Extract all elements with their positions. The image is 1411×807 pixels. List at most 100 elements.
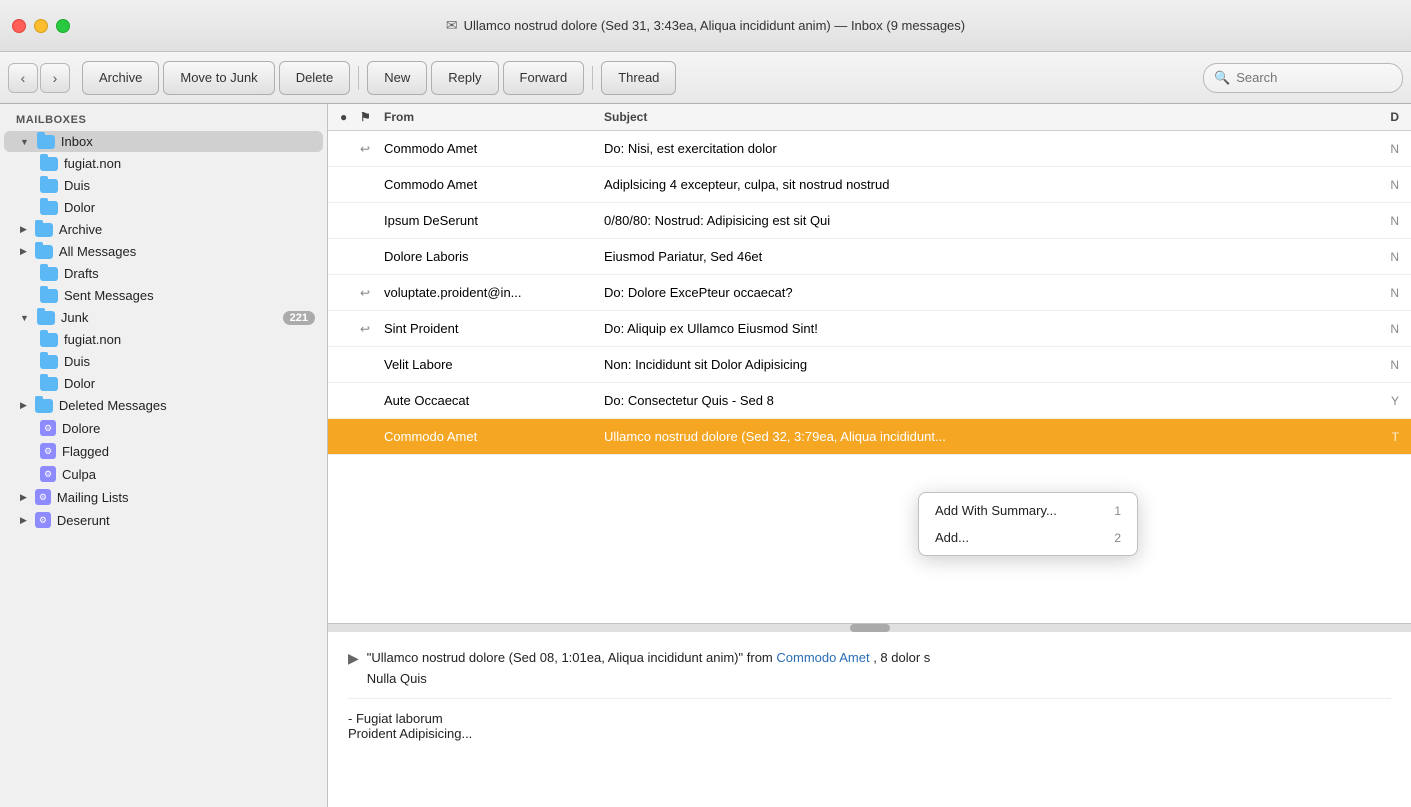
from-col-2: Commodo Amet xyxy=(384,177,604,192)
sent-folder-icon xyxy=(40,289,58,303)
from-col-8: Aute Occaecat xyxy=(384,393,604,408)
header-date: D xyxy=(1339,110,1399,124)
email-row[interactable]: Aute Occaecat Do: Consectetur Quis - Sed… xyxy=(328,383,1411,419)
email-row[interactable]: Ipsum DeSerunt 0/80/80: Nostrud: Adipisi… xyxy=(328,203,1411,239)
email-row[interactable]: Dolore Laboris Eiusmod Pariatur, Sed 46e… xyxy=(328,239,1411,275)
from-col-3: Ipsum DeSerunt xyxy=(384,213,604,228)
sidebar-item-fugiat-non-inbox[interactable]: fugiat.non xyxy=(4,153,323,174)
archive-button[interactable]: Archive xyxy=(82,61,159,95)
preview-pane: ▶ "Ullamco nostrud dolore (Sed 08, 1:01e… xyxy=(328,632,1411,807)
sidebar-item-mailing-lists[interactable]: ▶ ⚙ Mailing Lists xyxy=(4,486,323,508)
move-to-junk-button[interactable]: Move to Junk xyxy=(163,61,274,95)
delete-button[interactable]: Delete xyxy=(279,61,351,95)
sidebar-item-fugiat-non-junk[interactable]: fugiat.non xyxy=(4,329,323,350)
main-layout: MAILBOXES ▼ Inbox fugiat.non Duis Dolor … xyxy=(0,104,1411,807)
new-button[interactable]: New xyxy=(367,61,427,95)
maximize-button[interactable] xyxy=(56,19,70,33)
sidebar-item-dolore[interactable]: ⚙ Dolore xyxy=(4,417,323,439)
flagged-smart-icon: ⚙ xyxy=(40,443,56,459)
subject-col-6: Do: Aliquip ex Ullamco Eiusmod Sint! xyxy=(604,321,1339,336)
sidebar-item-culpa[interactable]: ⚙ Culpa xyxy=(4,463,323,485)
deserunt-label: Deserunt xyxy=(57,513,110,528)
add-with-summary-shortcut: 1 xyxy=(1114,504,1121,518)
email-row[interactable]: Commodo Amet Adiplsicing 4 excepteur, cu… xyxy=(328,167,1411,203)
forward-button-2[interactable]: Forward xyxy=(503,61,585,95)
sidebar-item-dolor-junk[interactable]: Dolor xyxy=(4,373,323,394)
minimize-button[interactable] xyxy=(34,19,48,33)
sidebar-item-sent-messages[interactable]: Sent Messages xyxy=(4,285,323,306)
search-box[interactable]: 🔍 xyxy=(1203,63,1403,93)
archive-label: Archive xyxy=(59,222,102,237)
context-menu-item-add-with-summary[interactable]: Add With Summary... 1 xyxy=(919,497,1137,524)
junk-label: Junk xyxy=(61,310,88,325)
toolbar: ‹ › Archive Move to Junk Delete New Repl… xyxy=(0,52,1411,104)
deleted-triangle-icon: ▶ xyxy=(20,400,27,411)
inbox-folder-icon xyxy=(37,135,55,149)
sent-label: Sent Messages xyxy=(64,288,154,303)
reply-arrow-icon-6: ↩ xyxy=(360,322,370,336)
deleted-label: Deleted Messages xyxy=(59,398,167,413)
date-col-7: N xyxy=(1339,358,1399,372)
junk-duis-label: Duis xyxy=(64,354,90,369)
search-icon: 🔍 xyxy=(1214,70,1230,86)
from-col-9: Commodo Amet xyxy=(384,429,604,444)
from-col-4: Dolore Laboris xyxy=(384,249,604,264)
subject-col-9: Ullamco nostrud dolore (Sed 32, 3:79ea, … xyxy=(604,429,1339,444)
email-row[interactable]: ↩ Sint Proident Do: Aliquip ex Ullamco E… xyxy=(328,311,1411,347)
sidebar-item-deserunt[interactable]: ▶ ⚙ Deserunt xyxy=(4,509,323,531)
preview-from-name: Commodo Amet xyxy=(776,650,869,665)
close-button[interactable] xyxy=(12,19,26,33)
scrollbar-thumb[interactable] xyxy=(850,624,890,632)
sidebar-item-duis-junk[interactable]: Duis xyxy=(4,351,323,372)
email-row-selected[interactable]: Commodo Amet Ullamco nostrud dolore (Sed… xyxy=(328,419,1411,455)
add-with-summary-label: Add With Summary... xyxy=(935,503,1057,518)
traffic-lights xyxy=(12,19,70,33)
reply-arrow-icon-1: ↩ xyxy=(360,142,370,156)
sidebar-item-duis-inbox[interactable]: Duis xyxy=(4,175,323,196)
sidebar-item-all-messages[interactable]: ▶ All Messages xyxy=(4,241,323,262)
add-label: Add... xyxy=(935,530,969,545)
sidebar-item-flagged[interactable]: ⚙ Flagged xyxy=(4,440,323,462)
forward-button[interactable]: › xyxy=(40,63,70,93)
junk-folder-icon xyxy=(37,311,55,325)
email-row[interactable]: Velit Labore Non: Incididunt sit Dolor A… xyxy=(328,347,1411,383)
sidebar-item-dolor-inbox[interactable]: Dolor xyxy=(4,197,323,218)
thread-button[interactable]: Thread xyxy=(601,61,676,95)
back-button[interactable]: ‹ xyxy=(8,63,38,93)
preview-body-line1: - Fugiat laborum xyxy=(348,711,1391,726)
search-input[interactable] xyxy=(1236,70,1392,85)
date-col-5: N xyxy=(1339,286,1399,300)
reply-button[interactable]: Reply xyxy=(431,61,498,95)
subject-col-7: Non: Incididunt sit Dolor Adipisicing xyxy=(604,357,1339,372)
email-row[interactable]: ↩ voluptate.proident@in... Do: Dolore Ex… xyxy=(328,275,1411,311)
preview-expand-icon[interactable]: ▶ xyxy=(348,650,359,667)
archive-folder-icon xyxy=(35,223,53,237)
subject-col-1: Do: Nisi, est exercitation dolor xyxy=(604,141,1339,156)
email-row[interactable]: ↩ Commodo Amet Do: Nisi, est exercitatio… xyxy=(328,131,1411,167)
sidebar-item-deleted-messages[interactable]: ▶ Deleted Messages xyxy=(4,395,323,416)
date-col-6: N xyxy=(1339,322,1399,336)
preview-quote-text: "Ullamco nostrud dolore (Sed 08, 1:01ea,… xyxy=(367,650,743,665)
date-col-8: Y xyxy=(1339,394,1399,408)
culpa-label: Culpa xyxy=(62,467,96,482)
sidebar-item-inbox[interactable]: ▼ Inbox xyxy=(4,131,323,152)
from-col-1: Commodo Amet xyxy=(384,141,604,156)
drafts-folder-icon xyxy=(40,267,58,281)
sidebar-item-archive[interactable]: ▶ Archive xyxy=(4,219,323,240)
date-col-2: N xyxy=(1339,178,1399,192)
flag-col-5: ↩ xyxy=(360,286,384,300)
all-messages-label: All Messages xyxy=(59,244,136,259)
mailboxes-header: MAILBOXES xyxy=(0,104,327,130)
preview-body-line2: Proident Adipisicing... xyxy=(348,726,1391,741)
deserunt-triangle-icon: ▶ xyxy=(20,515,27,526)
toolbar-separator-1 xyxy=(358,66,359,90)
flag-col-1: ↩ xyxy=(360,142,384,156)
context-menu-item-add[interactable]: Add... 2 xyxy=(919,524,1137,551)
sidebar-item-junk[interactable]: ▼ Junk 221 xyxy=(4,307,323,328)
subject-col-3: 0/80/80: Nostrud: Adipisicing est sit Qu… xyxy=(604,213,1339,228)
toolbar-separator-2 xyxy=(592,66,593,90)
preview-content: "Ullamco nostrud dolore (Sed 08, 1:01ea,… xyxy=(367,648,931,690)
sidebar-item-drafts[interactable]: Drafts xyxy=(4,263,323,284)
all-messages-folder-icon xyxy=(35,245,53,259)
flag-col-6: ↩ xyxy=(360,322,384,336)
